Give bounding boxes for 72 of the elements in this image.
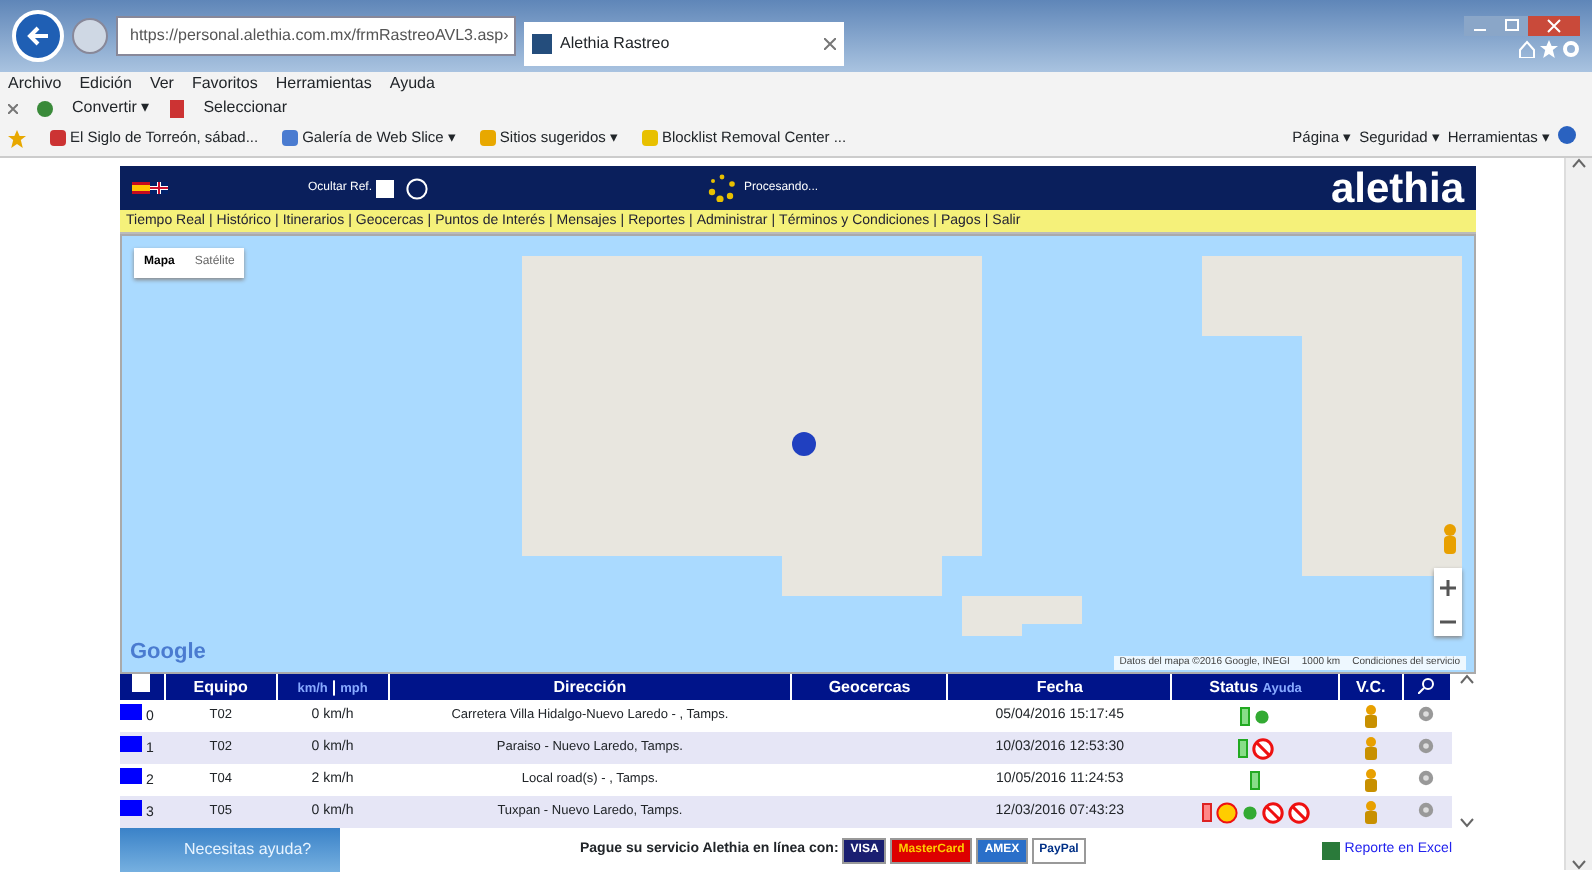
tab-title: Alethia Rastreo [560, 32, 670, 56]
scroll-down-icon [1572, 860, 1586, 870]
forward-button[interactable] [72, 18, 108, 54]
prohibited-icon [1251, 737, 1274, 759]
alethia-logo: alethia [1330, 167, 1464, 209]
favorite-site-icon [479, 130, 496, 146]
home-icon[interactable] [1518, 39, 1536, 57]
driver-icon [1363, 767, 1378, 792]
column-header: Geocercas [791, 674, 948, 700]
driver-icon [1363, 799, 1378, 824]
column-header: Status [1209, 677, 1261, 695]
vehicle-marker-icon [792, 432, 816, 456]
browser-tab[interactable]: Alethia Rastreo [524, 22, 844, 66]
unit-color-swatch [120, 799, 142, 816]
google-logo: Google [130, 637, 206, 667]
favorite-site-icon [282, 130, 299, 146]
star-icon[interactable] [1540, 39, 1558, 57]
search-icon[interactable] [1418, 678, 1435, 695]
select-all-checkbox[interactable] [132, 674, 151, 692]
engine-icon [1254, 708, 1271, 724]
table-scrollbar[interactable] [1456, 674, 1476, 828]
back-arrow-icon [26, 24, 50, 48]
menu-item[interactable]: Herramientas [275, 72, 372, 96]
address-bar[interactable]: https://personal.alethia.com.mx/frmRastreoAVL3.asp› [116, 16, 516, 56]
close-icon[interactable] [824, 38, 836, 50]
document-icon [167, 99, 186, 117]
unit-separator: | [331, 677, 337, 695]
loading-spinner-icon [708, 174, 737, 202]
battery-icon [1201, 802, 1212, 822]
menu-item[interactable]: Edición [79, 72, 132, 96]
unit-color-swatch [120, 735, 142, 752]
menu-item[interactable]: Ver [149, 72, 174, 96]
address-text: https://personal.alethia.com.mx/frmRastreoAVL3.asp› [130, 24, 509, 48]
convert-button[interactable]: Convertir ▾ [72, 96, 150, 120]
column-header: V.C. [1339, 674, 1403, 700]
close-window-button[interactable] [1528, 15, 1580, 35]
street-view-pegman-icon[interactable] [1442, 524, 1458, 556]
prohibited-icon [1261, 801, 1284, 823]
scroll-up-icon [1459, 674, 1474, 684]
scroll-down-icon [1459, 818, 1474, 828]
minimize-button[interactable] [1464, 15, 1496, 35]
menu-item[interactable]: Archivo [8, 72, 62, 96]
maximize-button[interactable] [1496, 15, 1528, 35]
column-header: Fecha [947, 674, 1172, 700]
close-icon[interactable] [8, 103, 18, 113]
prohibited-icon [1287, 801, 1310, 823]
back-button[interactable] [12, 10, 64, 62]
engine-icon [1241, 804, 1258, 820]
page-scrollbar[interactable] [1564, 158, 1592, 870]
favorites-star-icon [8, 129, 26, 147]
spreadsheet-icon [1322, 841, 1341, 859]
hide-ref-checkbox[interactable] [376, 179, 395, 197]
column-header: Dirección [388, 674, 792, 700]
menu-item[interactable]: Ayuda [389, 72, 435, 96]
driver-icon [1363, 735, 1378, 760]
column-header: Equipo [164, 674, 277, 700]
favorite-site-icon [50, 130, 66, 146]
zoom-in-icon[interactable] [1440, 580, 1456, 596]
unit-color-swatch [120, 767, 142, 784]
help-icon[interactable] [406, 177, 429, 199]
favorite-site-icon [641, 130, 658, 146]
menu-item[interactable]: Favoritos [191, 72, 258, 96]
select-button[interactable]: Seleccionar [203, 96, 287, 120]
spain-flag-icon[interactable] [132, 182, 150, 194]
scroll-up-icon [1572, 158, 1586, 168]
site-favicon-icon [532, 34, 552, 54]
driver-icon [1363, 703, 1378, 728]
uk-flag-icon[interactable] [150, 182, 168, 194]
convert-icon [36, 99, 54, 117]
warning-icon [1215, 801, 1238, 823]
settings-icon[interactable] [1562, 39, 1580, 57]
unit-color-swatch [120, 703, 142, 720]
